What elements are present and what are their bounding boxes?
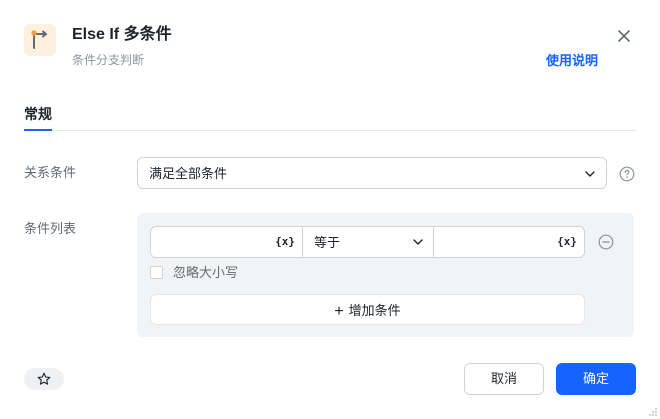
plus-icon: + [334, 303, 344, 320]
add-condition-label: 增加条件 [348, 303, 401, 318]
add-condition-button[interactable]: + 增加条件 [150, 294, 585, 325]
tab-divider [24, 130, 636, 131]
variable-icon[interactable]: {x} [557, 235, 577, 249]
left-operand-input[interactable]: {x} [151, 227, 303, 257]
dialog-title: Else If 多条件 [72, 26, 172, 43]
remove-condition-icon[interactable] [598, 234, 614, 250]
relation-select[interactable]: 满足全部条件 [137, 157, 607, 189]
star-icon [37, 372, 51, 385]
question-icon[interactable] [619, 166, 635, 182]
relation-label: 关系条件 [24, 165, 77, 180]
branch-icon [24, 24, 56, 56]
right-operand-input[interactable]: {x} [434, 227, 584, 257]
confirm-button[interactable]: 确定 [556, 363, 636, 395]
chevron-down-icon [585, 171, 595, 177]
condition-list-label: 条件列表 [24, 221, 77, 236]
condition-row: {x} 等于 {x} [150, 226, 585, 258]
resize-grip-icon[interactable] [648, 407, 658, 417]
relation-select-value: 满足全部条件 [149, 166, 228, 181]
tab-general[interactable]: 常规 [24, 104, 52, 124]
operator-select[interactable]: 等于 [303, 227, 434, 257]
favorite-button[interactable] [24, 368, 64, 390]
dialog-subtitle: 条件分支判断 [72, 53, 145, 67]
ignore-case-checkbox[interactable] [150, 266, 163, 279]
chevron-down-icon [413, 239, 423, 245]
cancel-button[interactable]: 取消 [464, 363, 544, 395]
ignore-case-label: 忽略大小写 [173, 265, 239, 280]
variable-icon[interactable]: {x} [275, 235, 295, 249]
operator-value: 等于 [314, 235, 341, 250]
close-button[interactable] [614, 26, 634, 46]
tab-active-indicator [24, 129, 52, 131]
close-icon [618, 30, 630, 42]
help-link[interactable]: 使用说明 [546, 52, 598, 70]
